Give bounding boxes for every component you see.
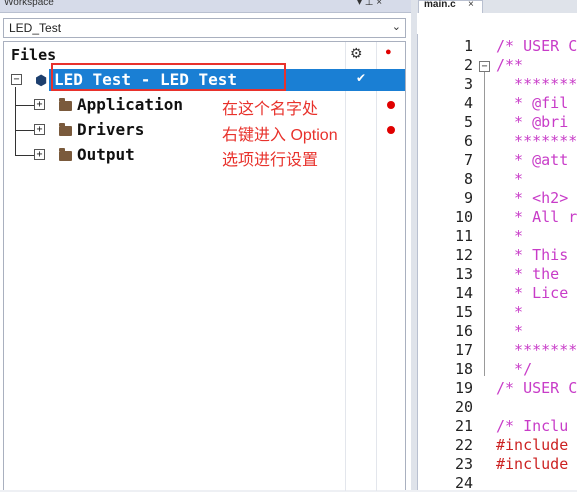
folder-icon [59, 98, 72, 111]
code-line[interactable]: * @fil [496, 94, 568, 112]
highlight-annotation-box [51, 63, 286, 91]
files-tree: Files ⚙ ● − ⬢ LED Test - LED Test ✔ + Ap… [3, 41, 406, 491]
gear-icon[interactable]: ⚙ [350, 45, 363, 62]
files-column-header[interactable]: Files [11, 46, 56, 64]
line-number: 7 [463, 151, 473, 169]
line-number: 22 [454, 436, 473, 454]
check-icon: ✔ [356, 71, 367, 85]
expand-toggle[interactable]: + [34, 124, 45, 135]
code-line[interactable]: * This [496, 246, 568, 264]
code-line[interactable]: * <h2> [496, 189, 568, 207]
line-number: 3 [463, 75, 473, 93]
column-divider [376, 42, 377, 491]
code-line[interactable]: * the [496, 265, 568, 283]
annotation-line-3: 选项进行设置 [222, 152, 319, 169]
line-number: 4 [463, 94, 473, 112]
annotation-line-1: 在这个名字处 [222, 101, 319, 118]
collapse-toggle[interactable]: − [11, 74, 22, 85]
code-line[interactable]: ******* [496, 132, 577, 150]
workspace-title: Workspace [4, 0, 54, 8]
tab-label: main.c [424, 0, 456, 10]
line-number: 16 [454, 322, 473, 340]
pane-controls-icon[interactable]: ▾ ⊥ × [357, 0, 382, 8]
expand-toggle[interactable]: + [34, 149, 45, 160]
code-line[interactable]: /** [496, 56, 523, 74]
line-number: 13 [454, 265, 473, 283]
code-line[interactable]: /* USER C [496, 37, 577, 55]
tree-row-label-output[interactable]: Output [77, 145, 135, 164]
line-number: 12 [454, 246, 473, 264]
workspace-panel: Workspace ▾ ⊥ × LED_Test ⌄ Files ⚙ ● − ⬢… [0, 0, 411, 491]
code-line[interactable]: * @att [496, 151, 568, 169]
code-line[interactable]: ******* [496, 75, 577, 93]
line-number: 6 [463, 132, 473, 150]
tab-main-c[interactable]: main.c × [418, 0, 483, 13]
code-line[interactable]: * [496, 227, 523, 245]
fold-collapse-toggle[interactable]: − [479, 61, 490, 72]
line-number: 11 [454, 227, 473, 245]
project-icon: ⬢ [35, 72, 48, 88]
line-number: 10 [454, 208, 473, 226]
code-line[interactable]: #include [496, 436, 568, 454]
annotation-line-2: 右键进入 Option [222, 127, 338, 144]
editor-tabbar: main.c × [417, 0, 577, 13]
line-number: 19 [454, 379, 473, 397]
line-number: 5 [463, 113, 473, 131]
code-line[interactable]: * All r [496, 208, 577, 226]
code-line[interactable]: ******* [496, 341, 577, 359]
code-line[interactable]: * Lice [496, 284, 568, 302]
code-line[interactable]: * [496, 170, 523, 188]
workspace-titlebar: Workspace ▾ ⊥ × [0, 0, 411, 13]
tree-connector [15, 130, 35, 131]
line-number: 23 [454, 455, 473, 473]
code-line[interactable]: * @bri [496, 113, 568, 131]
expand-toggle[interactable]: + [34, 99, 45, 110]
line-number: 17 [454, 341, 473, 359]
tree-row-label-drivers[interactable]: Drivers [77, 120, 144, 139]
folder-icon [59, 123, 72, 136]
code-line[interactable]: * [496, 322, 523, 340]
project-selector-value: LED_Test [9, 21, 62, 35]
line-number: 24 [454, 474, 473, 492]
status-dot [387, 126, 395, 134]
tree-connector [15, 105, 35, 106]
line-number: 20 [454, 398, 473, 416]
line-number: 8 [463, 170, 473, 188]
project-selector-dropdown[interactable]: LED_Test ⌄ [3, 18, 406, 38]
tree-connector [15, 155, 35, 156]
line-number: 2 [463, 56, 473, 74]
line-number: 14 [454, 284, 473, 302]
code-line[interactable]: #include [496, 455, 568, 473]
line-number: 21 [454, 417, 473, 435]
column-divider [345, 42, 346, 491]
tree-row-label-application[interactable]: Application [77, 95, 183, 114]
line-number: 1 [463, 37, 473, 55]
editor-panel: main.c × 1 /* USER C 2 /** 3 ******* 4 * @fil… [417, 0, 577, 492]
line-number: 15 [454, 303, 473, 321]
line-number: 18 [454, 360, 473, 378]
fold-guide-line [484, 72, 485, 376]
line-number: 9 [463, 189, 473, 207]
code-line[interactable]: /* Inclu [496, 417, 568, 435]
code-line[interactable]: */ [496, 360, 532, 378]
chevron-down-icon[interactable]: ⌄ [392, 20, 401, 33]
code-line[interactable]: * [496, 303, 523, 321]
status-dot [387, 101, 395, 109]
code-line[interactable]: /* USER C [496, 379, 577, 397]
close-icon[interactable]: × [468, 0, 474, 10]
breakpoint-column-icon: ● [385, 46, 392, 58]
folder-icon [59, 148, 72, 161]
tree-connector [15, 87, 16, 156]
